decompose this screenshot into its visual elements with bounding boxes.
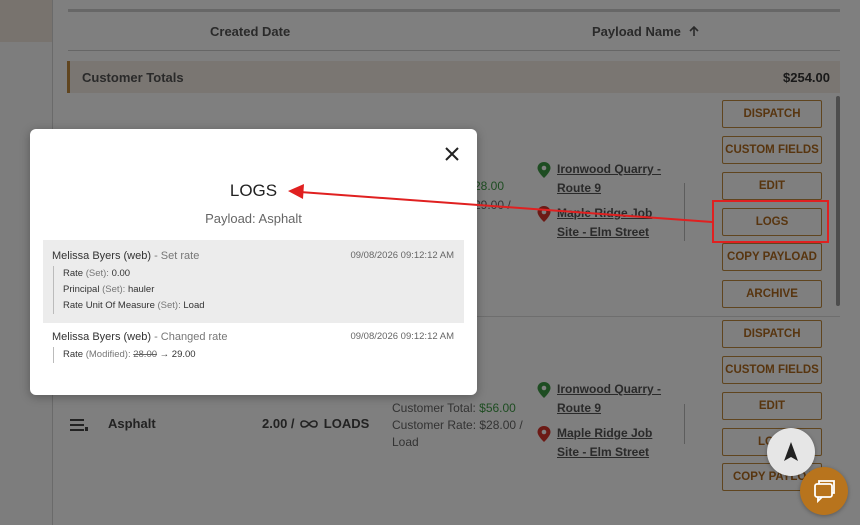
chat-fab[interactable] xyxy=(800,467,848,515)
chat-icon xyxy=(814,480,835,504)
annotation-arrow xyxy=(288,184,713,223)
